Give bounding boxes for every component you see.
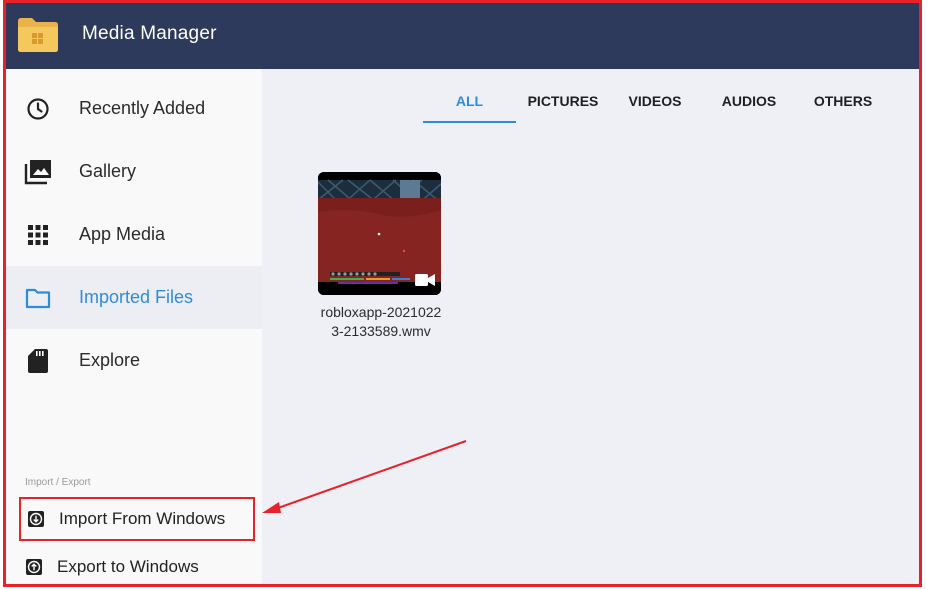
import-icon [28,511,44,527]
sidebar-item-gallery[interactable]: Gallery [6,140,262,203]
action-label: Import From Windows [59,509,226,528]
tab-all[interactable]: ALL [423,89,516,125]
app-title: Media Manager [82,23,217,44]
tab-videos[interactable]: VIDEOS [612,89,698,125]
app-window: Media Manager Recently Added Gallery App… [3,0,922,587]
media-file-name: robloxapp-20210223-2133589.wmv [320,304,442,339]
sidebar-item-imported-files[interactable]: Imported Files [6,266,262,329]
sidebar: Recently Added Gallery App Media Importe… [6,69,262,584]
sidebar-item-label: App Media [79,224,166,244]
gallery-icon [24,158,52,186]
sidebar-item-recently-added[interactable]: Recently Added [6,77,262,140]
action-label: Export to Windows [57,557,199,576]
sidebar-item-label: Explore [79,350,141,370]
grid-icon [24,221,52,249]
clock-icon [24,95,52,123]
sidebar-item-label: Imported Files [79,287,194,307]
media-item[interactable]: robloxapp-20210223-2133589.wmv [318,172,444,341]
tab-audios[interactable]: AUDIOS [704,89,794,125]
sidebar-item-explore[interactable]: Explore [6,329,262,392]
tab-pictures[interactable]: PICTURES [518,89,608,125]
app-header: Media Manager [6,3,919,69]
import-from-windows-button[interactable]: Import From Windows [19,497,255,541]
sidebar-item-label: Gallery [79,161,137,181]
sidebar-item-label: Recently Added [79,98,206,118]
video-camera-icon [415,274,435,286]
export-icon [26,559,42,575]
folder-app-icon [18,18,58,52]
section-label-import-export: Import / Export [25,477,91,488]
folder-icon [24,284,52,312]
sd-card-icon [24,347,52,375]
tab-others[interactable]: OTHERS [798,89,888,125]
video-thumbnail [318,172,441,295]
export-to-windows-button[interactable]: Export to Windows [19,545,255,584]
active-tab-indicator [423,121,516,123]
main-content: ALL PICTURES VIDEOS AUDIOS OTHERS roblox… [262,69,919,584]
sidebar-item-app-media[interactable]: App Media [6,203,262,266]
